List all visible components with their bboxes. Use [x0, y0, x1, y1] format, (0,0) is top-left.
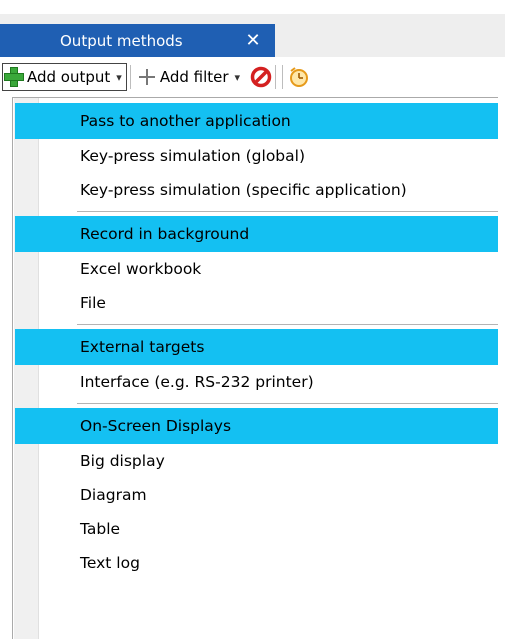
filter-cross-icon [138, 68, 156, 86]
toolbar-separator [275, 65, 277, 89]
add-output-dropdown-menu: Pass to another application Key-press sim… [12, 97, 505, 639]
add-filter-label: Add filter [159, 68, 229, 86]
clock-icon[interactable] [288, 66, 310, 88]
menu-item[interactable]: Text log [13, 546, 505, 580]
menu-list: Pass to another application Key-press sim… [13, 103, 505, 580]
tab-title: Output methods [60, 31, 183, 50]
toolbar-separator [282, 65, 284, 89]
menu-item[interactable]: Interface (e.g. RS-232 printer) [13, 365, 505, 399]
menu-separator [13, 320, 505, 329]
menu-group-header: Pass to another application [15, 103, 505, 139]
menu-group-header: External targets [15, 329, 505, 365]
add-filter-button[interactable]: Add filter ▾ [134, 63, 244, 91]
chevron-down-icon[interactable]: ▾ [116, 71, 122, 84]
toolbar: Add output ▾ Add filter ▾ [0, 57, 505, 97]
prohibited-red-icon[interactable] [250, 66, 272, 88]
window-right-edge [498, 57, 505, 639]
menu-item[interactable]: Excel workbook [13, 252, 505, 286]
tab-bar: Output methods ✕ [0, 14, 505, 58]
window-top-strip [0, 0, 505, 14]
add-green-plus-icon [3, 66, 25, 88]
tab-output-methods[interactable]: Output methods ✕ [0, 24, 275, 57]
close-icon[interactable]: ✕ [242, 29, 264, 51]
toolbar-separator [129, 65, 131, 89]
add-output-label: Add output [27, 68, 111, 86]
app-window: Output methods ✕ Add output ▾ Add filter… [0, 0, 505, 639]
menu-item[interactable]: Key-press simulation (specific applicati… [13, 173, 505, 207]
menu-separator [13, 207, 505, 216]
menu-item[interactable]: Table [13, 512, 505, 546]
menu-separator [13, 399, 505, 408]
menu-item[interactable]: Diagram [13, 478, 505, 512]
menu-item[interactable]: Big display [13, 444, 505, 478]
menu-item[interactable]: File [13, 286, 505, 320]
menu-group-header: On-Screen Displays [15, 408, 505, 444]
add-output-button[interactable]: Add output ▾ [2, 63, 127, 91]
chevron-down-icon[interactable]: ▾ [235, 71, 241, 84]
menu-group-header: Record in background [15, 216, 505, 252]
menu-item[interactable]: Key-press simulation (global) [13, 139, 505, 173]
